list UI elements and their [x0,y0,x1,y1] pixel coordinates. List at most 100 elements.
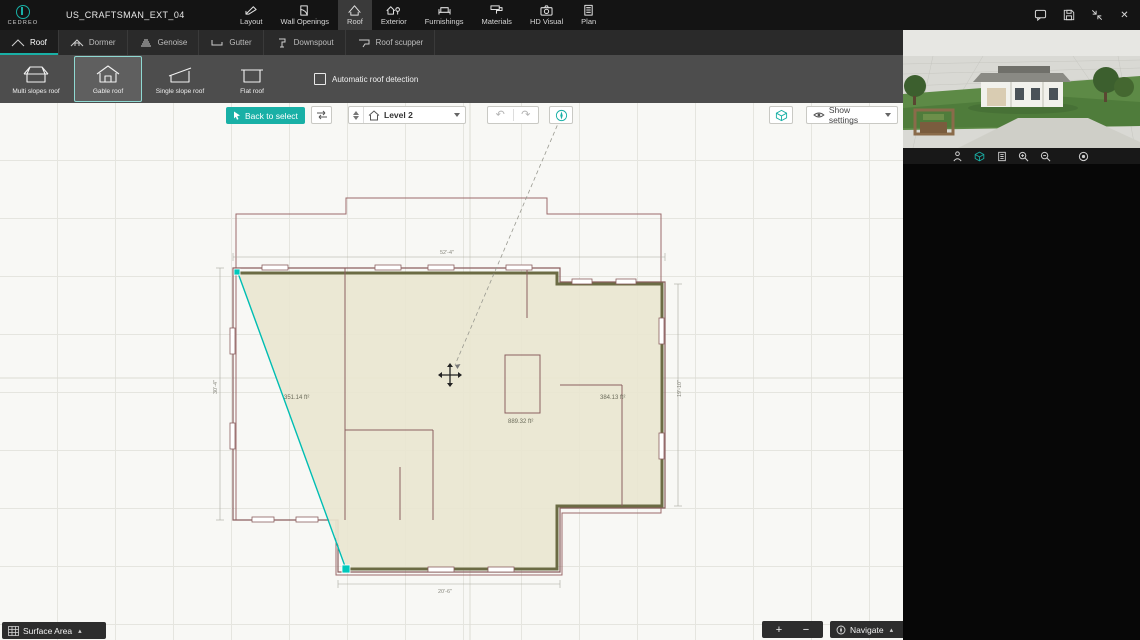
room-area-label: 351.14 ft² [284,395,309,401]
gutter-icon [211,39,223,45]
dimension-label-top: 52'-4" [440,250,454,256]
navigate-label: Navigate [850,624,884,635]
preview-zoom-in-icon[interactable] [1017,150,1030,163]
tool-label: Flat roof [240,87,264,95]
close-icon[interactable]: ✕ [1117,8,1132,23]
cedreo-logo[interactable]: CEDREO [0,4,46,26]
level-selector[interactable]: Level 2 [348,106,466,124]
ribbon-tab-label: Roof scupper [375,38,424,47]
tool-flat-roof[interactable]: Flat roof [218,56,286,102]
main-nav-tab-materials[interactable]: Materials [473,0,521,30]
level-up-icon[interactable] [353,110,359,115]
view-3d-icon[interactable] [973,150,986,163]
plus-icon: + [775,623,783,636]
3d-render-scene [903,30,1140,148]
preview-zoom-out-icon[interactable] [1039,150,1052,163]
ribbon-tab-genoise[interactable]: Genoise [128,30,200,55]
roof-scupper-icon [358,39,370,47]
cube-3d-icon [775,109,787,121]
back-to-select-button[interactable]: Back to select [226,107,305,124]
compass-icon [555,109,567,121]
comment-icon[interactable] [1033,8,1048,23]
chevron-down-icon [454,113,460,117]
main-nav-tab-wall-openings[interactable]: Wall Openings [272,0,339,30]
ribbon-tab-downspout[interactable]: Downspout [264,30,346,55]
main-nav-tab-layout[interactable]: Layout [231,0,272,30]
gable-roof-footprint[interactable] [238,273,662,569]
flip-plan-button[interactable] [311,106,332,124]
ribbon-tab-label: Gutter [229,38,252,47]
chevron-down-icon [885,113,891,117]
plan-canvas[interactable]: 52'-4" 30'-4" 20'-6" 19'-10" 351.14 ft² … [0,103,908,640]
grid-table-icon [8,625,19,636]
dormer-icon [70,38,84,46]
roof-gable-icon [11,38,25,46]
zoom-out-button[interactable]: − [789,621,823,638]
tool-gable-roof[interactable]: Gable roof [74,56,142,102]
caret-up-icon: ▴ [78,627,82,635]
dimension-label-left: 30'-4" [213,380,219,394]
paint-roller-icon [490,5,503,14]
restore-window-icon[interactable] [1089,8,1104,23]
save-icon[interactable] [1061,8,1076,23]
genoise-icon [140,39,151,46]
compass-orientation-button[interactable] [549,106,573,124]
level-down-icon[interactable] [353,115,359,120]
main-nav-label: Furnishings [424,17,464,26]
roof-ribbon: Roof Dormer Genoise Gutter Downspout Roo… [0,30,903,55]
swap-arrows-icon [316,110,327,120]
ribbon-tab-label: Dormer [88,38,116,47]
ribbon-tab-roof[interactable]: Roof [0,30,59,55]
main-nav-label: Wall Openings [280,17,330,26]
main-nav-tab-plan[interactable]: Plan [572,0,605,30]
roof-edge-handle-start[interactable] [233,268,241,276]
surface-area-button[interactable]: Surface Area ▴ [2,622,106,639]
main-navigation: Layout Wall Openings Roof Exterior Furni… [231,0,605,30]
undo-button[interactable]: ↶ [488,107,513,123]
ribbon-tab-roof-scupper[interactable]: Roof scupper [346,30,436,55]
sync-3d-view-button[interactable] [769,106,793,124]
dimension-label-right: 19'-10" [677,380,683,397]
3d-preview-panel [903,30,1140,640]
roof-edge-handle-end[interactable] [341,564,351,574]
orbit-control-icon[interactable] [1077,150,1090,163]
3d-preview-viewport[interactable] [903,30,1140,148]
door-icon [300,5,309,16]
level-value: Level 2 [384,110,413,120]
main-nav-tab-roof[interactable]: Roof [338,0,372,30]
plan-sheet-icon [584,4,593,16]
floor-plan-drawing[interactable]: 52'-4" 30'-4" 20'-6" 19'-10" 351.14 ft² … [0,103,903,640]
view-plan-icon[interactable] [995,150,1008,163]
tool-single-slope-roof[interactable]: Single slope roof [146,56,214,102]
ribbon-tab-label: Downspout [293,38,334,47]
main-nav-label: Roof [347,17,363,26]
ribbon-tab-gutter[interactable]: Gutter [199,30,264,55]
checkbox-box[interactable] [314,73,326,85]
walkthrough-person-icon[interactable] [951,150,964,163]
main-nav-tab-hd-visual[interactable]: HD Visual [521,0,572,30]
top-bar: CEDREO US_CRAFTSMAN_EXT_04 Layout Wall O… [0,0,1140,30]
tool-label: Gable roof [92,87,124,95]
roof-tools-strip: Multi slopes roof Gable roof Single slop… [0,55,903,103]
level-stepper[interactable] [349,107,364,123]
checkbox-label: Automatic roof detection [332,74,419,84]
window-controls: ✕ [1033,0,1132,30]
roof-icon [348,5,361,16]
show-settings-button[interactable]: Show settings [806,105,898,125]
sofa-icon [438,7,451,15]
main-nav-tab-furnishings[interactable]: Furnishings [416,0,473,30]
back-to-select-label: Back to select [245,110,298,121]
level-house-icon [368,109,380,120]
project-name: US_CRAFTSMAN_EXT_04 [66,10,185,20]
main-nav-tab-exterior[interactable]: Exterior [372,0,416,30]
undo-redo-group: ↶ ↷ [487,106,539,124]
multi-slopes-roof-icon [23,66,49,83]
cursor-pointer-icon [234,111,240,120]
layout-pencil-icon [245,6,257,15]
automatic-roof-detection-checkbox[interactable]: Automatic roof detection [314,73,418,85]
ribbon-tab-dormer[interactable]: Dormer [59,30,128,55]
redo-button[interactable]: ↷ [514,107,539,123]
tool-multi-slopes-roof[interactable]: Multi slopes roof [2,56,70,102]
navigate-button[interactable]: Navigate ▴ [830,621,908,638]
brand-name: CEDREO [7,19,39,26]
